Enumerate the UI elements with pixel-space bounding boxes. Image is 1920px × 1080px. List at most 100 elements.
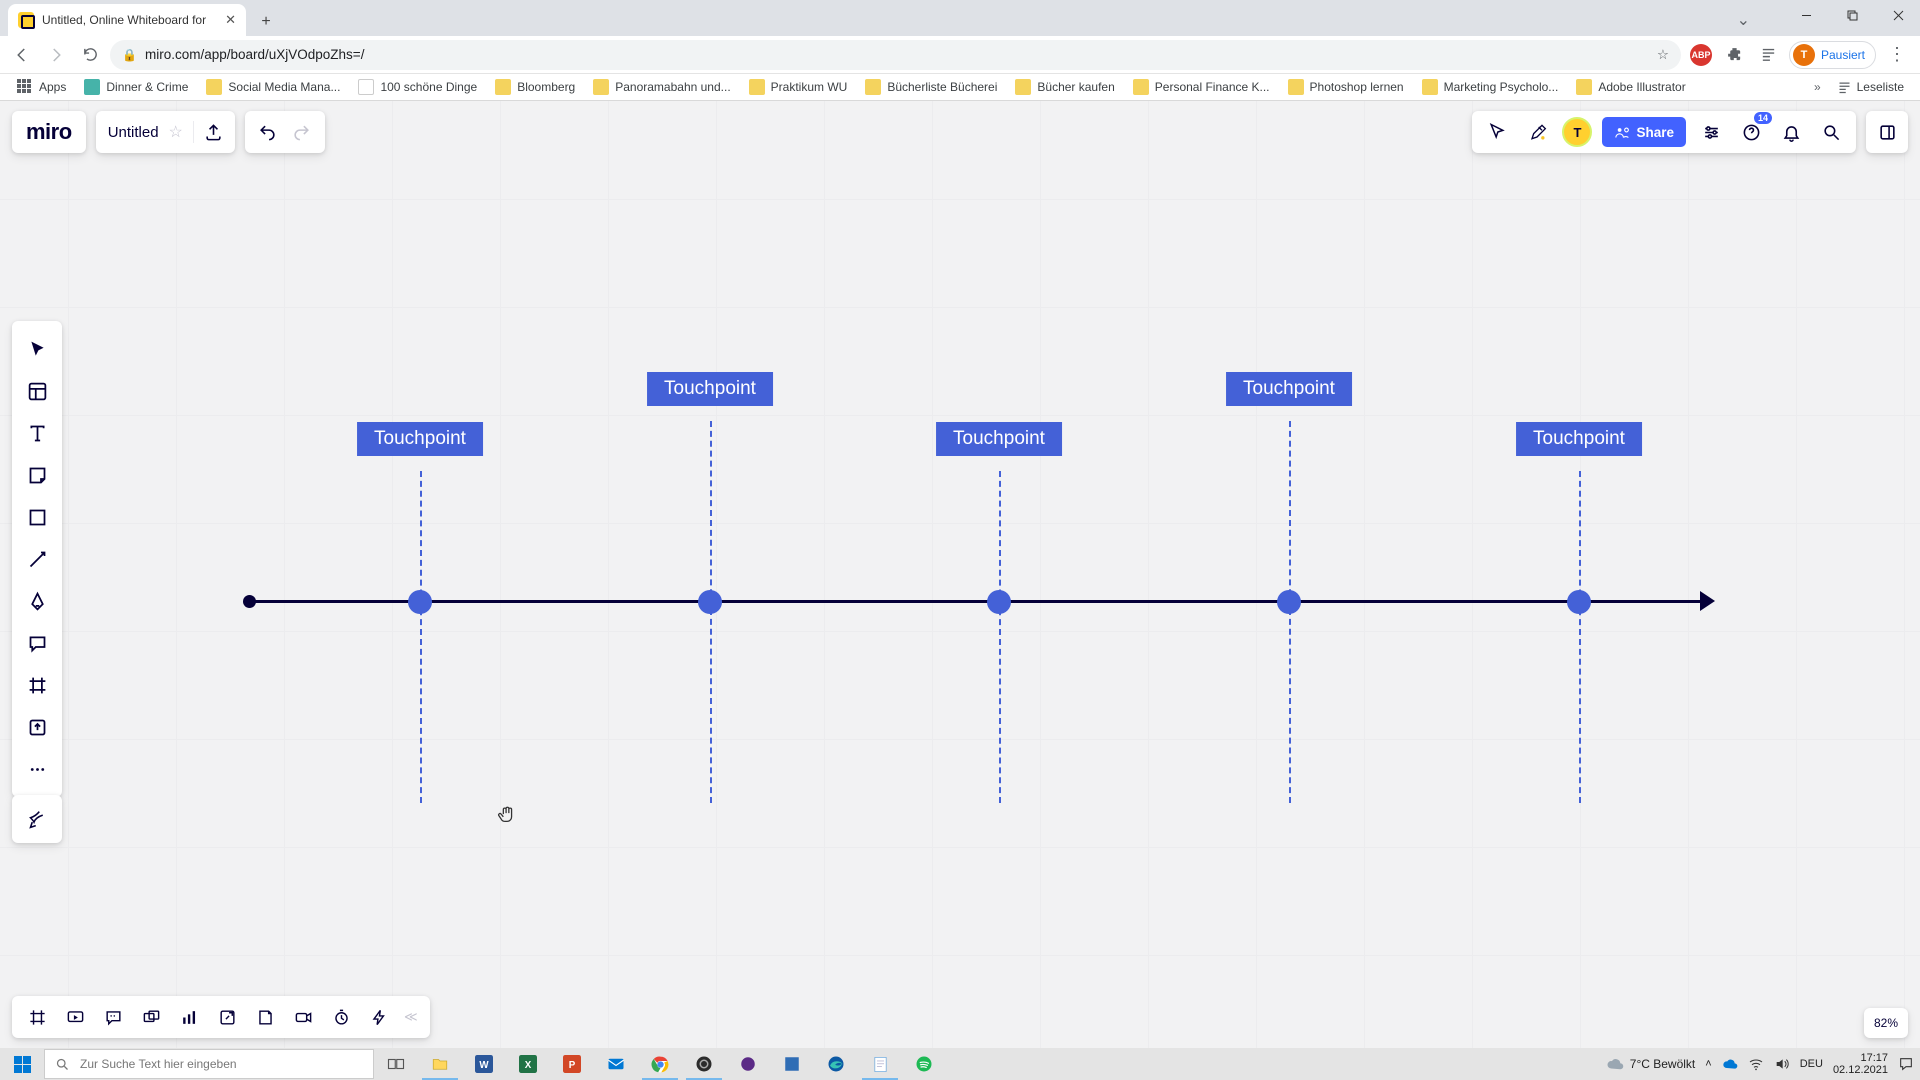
bookmark-item[interactable]: Personal Finance K... [1126, 76, 1277, 98]
bookmark-item[interactable]: Photoshop lernen [1281, 76, 1411, 98]
close-tab-icon[interactable]: ✕ [225, 12, 236, 28]
help-icon[interactable]: 14 [1736, 117, 1766, 147]
close-window-button[interactable] [1876, 0, 1920, 30]
word-app[interactable]: W [462, 1048, 506, 1080]
sticky-note-tool[interactable] [17, 455, 57, 495]
note-button[interactable] [248, 1000, 282, 1034]
comment-tool[interactable] [17, 623, 57, 663]
obs-app[interactable] [682, 1048, 726, 1080]
quick-action-button[interactable] [17, 799, 57, 839]
bookmark-star-icon[interactable]: ☆ [1657, 47, 1669, 63]
pen-tool[interactable] [17, 581, 57, 621]
timeline-dash[interactable] [420, 471, 422, 803]
user-avatar[interactable]: T [1562, 117, 1592, 147]
wifi-icon[interactable] [1748, 1056, 1764, 1072]
bookmarks-overflow-button[interactable]: » [1808, 80, 1827, 94]
card-panel-button[interactable] [134, 1000, 168, 1034]
bookmark-item[interactable]: 100 schöne Dinge [351, 76, 484, 98]
bookmark-item[interactable]: Bloomberg [488, 76, 582, 98]
touchpoint-card[interactable]: Touchpoint [1226, 372, 1352, 406]
timeline-arrow-icon[interactable] [1700, 591, 1715, 611]
templates-tool[interactable] [17, 371, 57, 411]
touchpoint-card[interactable]: Touchpoint [936, 422, 1062, 456]
timer-button[interactable] [324, 1000, 358, 1034]
search-icon[interactable] [1816, 117, 1846, 147]
timeline-node[interactable] [987, 590, 1011, 614]
app-icon[interactable] [770, 1048, 814, 1080]
file-explorer-app[interactable] [418, 1048, 462, 1080]
touchpoint-card[interactable]: Touchpoint [357, 422, 483, 456]
board-title[interactable]: Untitled [108, 124, 159, 141]
app-icon[interactable] [726, 1048, 770, 1080]
excel-app[interactable]: X [506, 1048, 550, 1080]
text-tool[interactable] [17, 413, 57, 453]
export-button[interactable] [204, 123, 223, 142]
timeline-node[interactable] [1277, 590, 1301, 614]
reading-list-icon[interactable] [1755, 41, 1783, 69]
back-button[interactable] [8, 41, 36, 69]
voting-button[interactable] [362, 1000, 396, 1034]
bookmark-item[interactable]: Bücherliste Bücherei [858, 76, 1004, 98]
forward-button[interactable] [42, 41, 70, 69]
maximize-button[interactable] [1830, 0, 1874, 30]
zoom-indicator[interactable]: 82% [1864, 1008, 1908, 1038]
settings-sliders-icon[interactable] [1696, 117, 1726, 147]
redo-button[interactable] [289, 119, 315, 145]
reading-list-button[interactable]: Leseliste [1831, 80, 1910, 95]
new-tab-button[interactable]: + [252, 8, 280, 36]
bookmark-apps[interactable]: Apps [10, 76, 73, 98]
share-button[interactable]: Share [1602, 117, 1686, 147]
upload-tool[interactable] [17, 707, 57, 747]
notepad-app[interactable] [858, 1048, 902, 1080]
frames-panel-button[interactable] [20, 1000, 54, 1034]
undo-button[interactable] [255, 119, 281, 145]
minimize-button[interactable] [1784, 0, 1828, 30]
spotify-app[interactable] [902, 1048, 946, 1080]
touchpoint-card[interactable]: Touchpoint [647, 372, 773, 406]
powerpoint-app[interactable]: P [550, 1048, 594, 1080]
browser-menu-button[interactable]: ⋮ [1882, 44, 1912, 65]
activity-panel-button[interactable] [1866, 111, 1908, 153]
favorite-star-icon[interactable]: ☆ [169, 122, 183, 142]
touchpoint-card[interactable]: Touchpoint [1516, 422, 1642, 456]
edge-app[interactable] [814, 1048, 858, 1080]
reactions-icon[interactable] [1522, 117, 1552, 147]
video-button[interactable] [286, 1000, 320, 1034]
chrome-app[interactable] [638, 1048, 682, 1080]
bookmark-item[interactable]: Panoramabahn und... [586, 76, 737, 98]
extensions-icon[interactable] [1721, 41, 1749, 69]
bookmark-item[interactable]: Marketing Psycholo... [1415, 76, 1566, 98]
link-button[interactable] [210, 1000, 244, 1034]
profile-chip[interactable]: T Pausiert [1789, 41, 1876, 69]
timeline-node[interactable] [408, 590, 432, 614]
reload-button[interactable] [76, 41, 104, 69]
shape-tool[interactable] [17, 497, 57, 537]
timeline-axis[interactable] [246, 600, 1707, 603]
volume-icon[interactable] [1774, 1056, 1790, 1072]
clock[interactable]: 17:17 02.12.2021 [1833, 1052, 1888, 1076]
task-view-button[interactable] [374, 1048, 418, 1080]
browser-tab[interactable]: Untitled, Online Whiteboard for ✕ [8, 4, 246, 36]
line-tool[interactable] [17, 539, 57, 579]
action-center-icon[interactable] [1898, 1056, 1914, 1072]
language-indicator[interactable]: DEU [1800, 1058, 1823, 1070]
bookmark-item[interactable]: Bücher kaufen [1008, 76, 1121, 98]
bell-icon[interactable] [1776, 117, 1806, 147]
timeline-node[interactable] [698, 590, 722, 614]
timeline-dash[interactable] [999, 471, 1001, 803]
more-tools-button[interactable] [17, 749, 57, 789]
presentation-button[interactable] [58, 1000, 92, 1034]
address-bar[interactable]: 🔒 miro.com/app/board/uXjVOdpoZhs=/ ☆ [110, 40, 1681, 70]
taskbar-search[interactable]: Zur Suche Text hier eingeben [44, 1049, 374, 1079]
timeline-node[interactable] [1567, 590, 1591, 614]
cursor-pointer-icon[interactable] [1482, 117, 1512, 147]
timeline-dash[interactable] [1579, 471, 1581, 803]
frame-tool[interactable] [17, 665, 57, 705]
canvas[interactable]: Touchpoint Touchpoint Touchpoint Touchpoint… [0, 101, 1920, 1048]
chart-panel-button[interactable] [172, 1000, 206, 1034]
onedrive-icon[interactable] [1722, 1056, 1738, 1072]
mail-app[interactable] [594, 1048, 638, 1080]
abp-extension-icon[interactable]: ABP [1687, 41, 1715, 69]
miro-logo[interactable]: miro [12, 111, 86, 153]
comments-panel-button[interactable] [96, 1000, 130, 1034]
